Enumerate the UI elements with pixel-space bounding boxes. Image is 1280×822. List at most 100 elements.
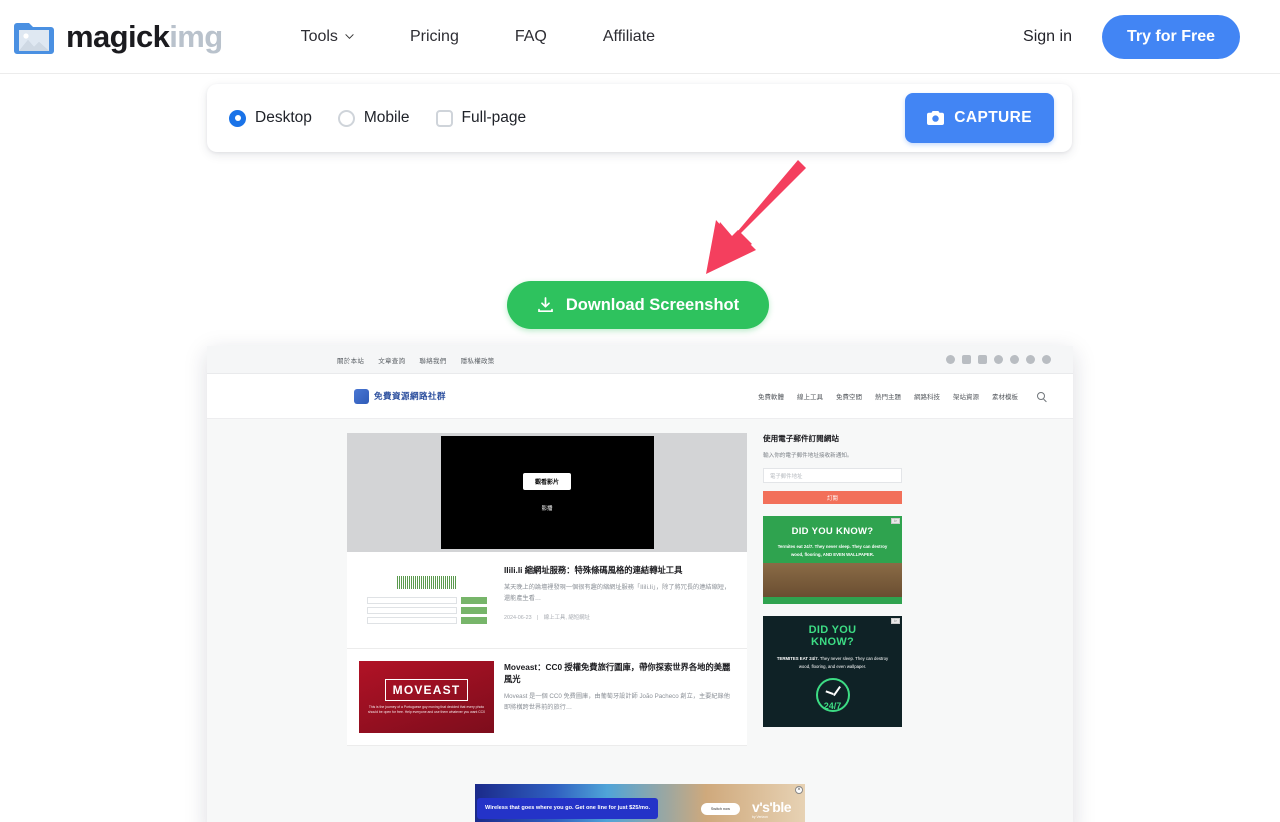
preview-utility-links: 關於本站 文章查詢 聯絡我們 隱私權政策 [337,355,495,365]
radio-mobile[interactable] [337,109,355,127]
nav-item-pricing[interactable]: Pricing [410,28,459,46]
brand-name-dark: magick [66,18,170,54]
preview-article-desc-2: Moveast 是一個 CC0 免費圖庫，由葡萄牙設計師 João Pachec… [504,693,730,711]
radio-desktop[interactable] [229,109,246,127]
try-for-free-button[interactable]: Try for Free [1101,14,1240,59]
image-folder-icon [12,18,56,56]
nav-item-faq-label: FAQ [514,27,547,45]
preview-utility-bar: 關於本站 文章查詢 聯絡我們 隱私權政策 [207,346,1073,374]
rss-icon[interactable] [1042,355,1051,364]
preview-bottom-banner-ad[interactable]: Wireless that goes where you go. Get one… [475,784,805,822]
preview-hero-button[interactable]: 觀看影片 [522,473,571,490]
preview-ad-2-title-line1: DID YOU [808,624,857,636]
checkbox-fullpage[interactable] [435,109,453,127]
ad-choices-icon[interactable]: i> [891,518,900,524]
camera-icon [927,111,945,125]
nav-item-tools[interactable]: Tools [301,28,354,46]
nav-item-faq[interactable]: FAQ [515,28,547,46]
preview-social-icons [946,355,1051,364]
preview-ad-1[interactable]: i> DID YOU KNOW? Termites eat 24/7. They… [763,516,902,604]
visible-brand-logo: v's'ble by Verizon [752,799,791,819]
instagram-icon[interactable] [962,355,971,364]
preview-hero-caption: 影播 [541,506,553,512]
preview-ad-2[interactable]: i> DID YOU KNOW? TERMITES EAT 24/7. They… [763,616,902,727]
preview-ad-2-body: TERMITES EAT 24/7. They never sleep. The… [771,655,894,670]
option-mobile[interactable]: Mobile [337,109,410,127]
preview-utility-link-privacy[interactable]: 隱私權政策 [461,355,495,365]
preview-site-logo-icon [354,388,369,404]
preview-ad-3-headline: Wireless that goes where you go. Get one… [477,798,659,819]
nav-item-affiliate[interactable]: Affiliate [603,28,655,46]
preview-subscribe-desc: 輸入你的電子郵件地址接收新通知。 [763,453,853,459]
brand-logo[interactable]: magickimg [12,18,223,56]
site-header: magickimg Tools Pricing FAQ Affiliate Si… [0,0,1280,74]
option-fullpage-label: Full-page [461,109,527,126]
preview-article-thumbnail-2: MOVEAST This is the journey of a Portugu… [359,661,494,733]
capture-button-label: CAPTURE [954,109,1032,126]
moveast-subtext: This is the journey of a Portuguese guy … [367,704,486,714]
option-desktop-label: Desktop [255,109,312,126]
search-icon[interactable] [1037,392,1045,400]
preview-ad-1-title: DID YOU KNOW? [791,526,874,537]
preview-menu-item-0[interactable]: 免費軟體 [758,391,784,401]
preview-subscribe-input[interactable]: 電子郵件地址 [763,468,902,483]
preview-menu-item-6[interactable]: 素材模板 [992,391,1018,401]
screenshot-preview[interactable]: 關於本站 文章查詢 聯絡我們 隱私權政策 免費資源網路社群 免費軟體 線上工具 … [207,346,1073,822]
preview-hero-inner: 觀看影片 影播 [440,436,654,549]
preview-menu-item-1[interactable]: 線上工具 [797,391,823,401]
main-nav: Tools Pricing FAQ Affiliate [301,28,655,46]
preview-article-thumbnail-1 [359,564,494,636]
facebook-icon[interactable] [946,355,955,364]
capture-button[interactable]: CAPTURE [905,93,1054,143]
close-icon[interactable]: × [795,786,803,794]
brand-wordmark: magickimg [66,19,223,55]
pinterest-icon[interactable] [994,355,1003,364]
preview-menu-item-4[interactable]: 網路科技 [914,391,940,401]
preview-utility-link-search[interactable]: 文章查詢 [378,355,405,365]
capture-options-card: Desktop Mobile Full-page CAPTURE [207,84,1072,152]
nav-item-pricing-label: Pricing [409,27,459,45]
nav-item-tools-label: Tools [300,27,338,45]
preview-ad-2-body-bold: TERMITES EAT 24/7. [776,656,819,662]
header-actions: Sign in Try for Free [1023,14,1240,59]
option-desktop[interactable]: Desktop [229,109,312,127]
preview-sidebar: 使用電子郵件訂閱網站 輸入你的電子郵件地址接收新通知。 電子郵件地址 訂閱 i>… [763,433,902,822]
preview-article-card-2[interactable]: MOVEAST This is the journey of a Portugu… [347,649,747,746]
linkedin-icon[interactable] [978,355,987,364]
preview-hero-video[interactable]: 觀看影片 影播 [347,433,747,552]
preview-article-text-1: IIiIi.Ii 縮網址服務：特殊條碼風格的連結轉址工具 某天晚上的論壇裡發現一… [504,564,735,636]
ad-choices-icon[interactable]: i> [891,618,900,624]
nav-item-affiliate-label: Affiliate [602,27,656,45]
preview-ad-3-cta[interactable]: Switch now [700,802,741,815]
preview-ad-1-image [763,563,902,598]
preview-ad-1-body: Termites eat 24/7. They never sleep. The… [777,544,888,557]
visible-brand-sub: by Verizon [752,814,768,819]
option-fullpage[interactable]: Full-page [435,109,527,127]
clock-icon [815,677,850,712]
telegram-icon[interactable] [1026,355,1035,364]
preview-article-column: 觀看影片 影播 IIiIi.Ii 縮網址服務：特殊條碼風格的連結轉址工具 某天晚… [347,433,747,822]
chevron-down-icon [345,34,354,40]
preview-menu-item-5[interactable]: 架站資源 [953,391,979,401]
preview-site-menu: 免費軟體 線上工具 免費空間 熱門主題 網路科技 架站資源 素材模板 [758,391,1051,401]
preview-utility-link-contact[interactable]: 聯絡我們 [419,355,446,365]
preview-article-text-2: Moveast：CC0 授權免費旅行圖庫，帶你探索世界各地的美麗風光 Movea… [504,661,735,733]
preview-body: 觀看影片 影播 IIiIi.Ii 縮網址服務：特殊條碼風格的連結轉址工具 某天晚… [207,419,1073,822]
sign-in-link[interactable]: Sign in [1023,28,1072,46]
preview-menu-item-3[interactable]: 熱門主題 [875,391,901,401]
preview-site-logo[interactable]: 免費資源網路社群 [354,388,446,404]
google-icon[interactable] [1010,355,1019,364]
preview-menu-item-2[interactable]: 免費空間 [836,391,862,401]
preview-article-meta-1: 2024-06-23 | 線上工具, 縮短網址 [504,615,590,622]
preview-subscribe-button[interactable]: 訂閱 [763,491,902,504]
preview-article-card-1[interactable]: IIiIi.Ii 縮網址服務：特殊條碼風格的連結轉址工具 某天晚上的論壇裡發現一… [347,552,747,649]
barcode-icon [367,576,487,589]
download-screenshot-button[interactable]: Download Screenshot [507,281,769,329]
preview-article-title-1[interactable]: IIiIi.Ii 縮網址服務：特殊條碼風格的連結轉址工具 [504,564,735,576]
preview-utility-link-about[interactable]: 關於本站 [337,355,364,365]
preview-subscribe-title: 使用電子郵件訂閱網站 [763,434,839,443]
download-icon [538,296,553,312]
preview-article-title-2[interactable]: Moveast：CC0 授權免費旅行圖庫，帶你探索世界各地的美麗風光 [504,661,735,685]
preview-site-nav: 免費資源網路社群 免費軟體 線上工具 免費空間 熱門主題 網路科技 架站資源 素… [207,374,1073,419]
visible-brand-text: v's'ble [752,798,791,815]
